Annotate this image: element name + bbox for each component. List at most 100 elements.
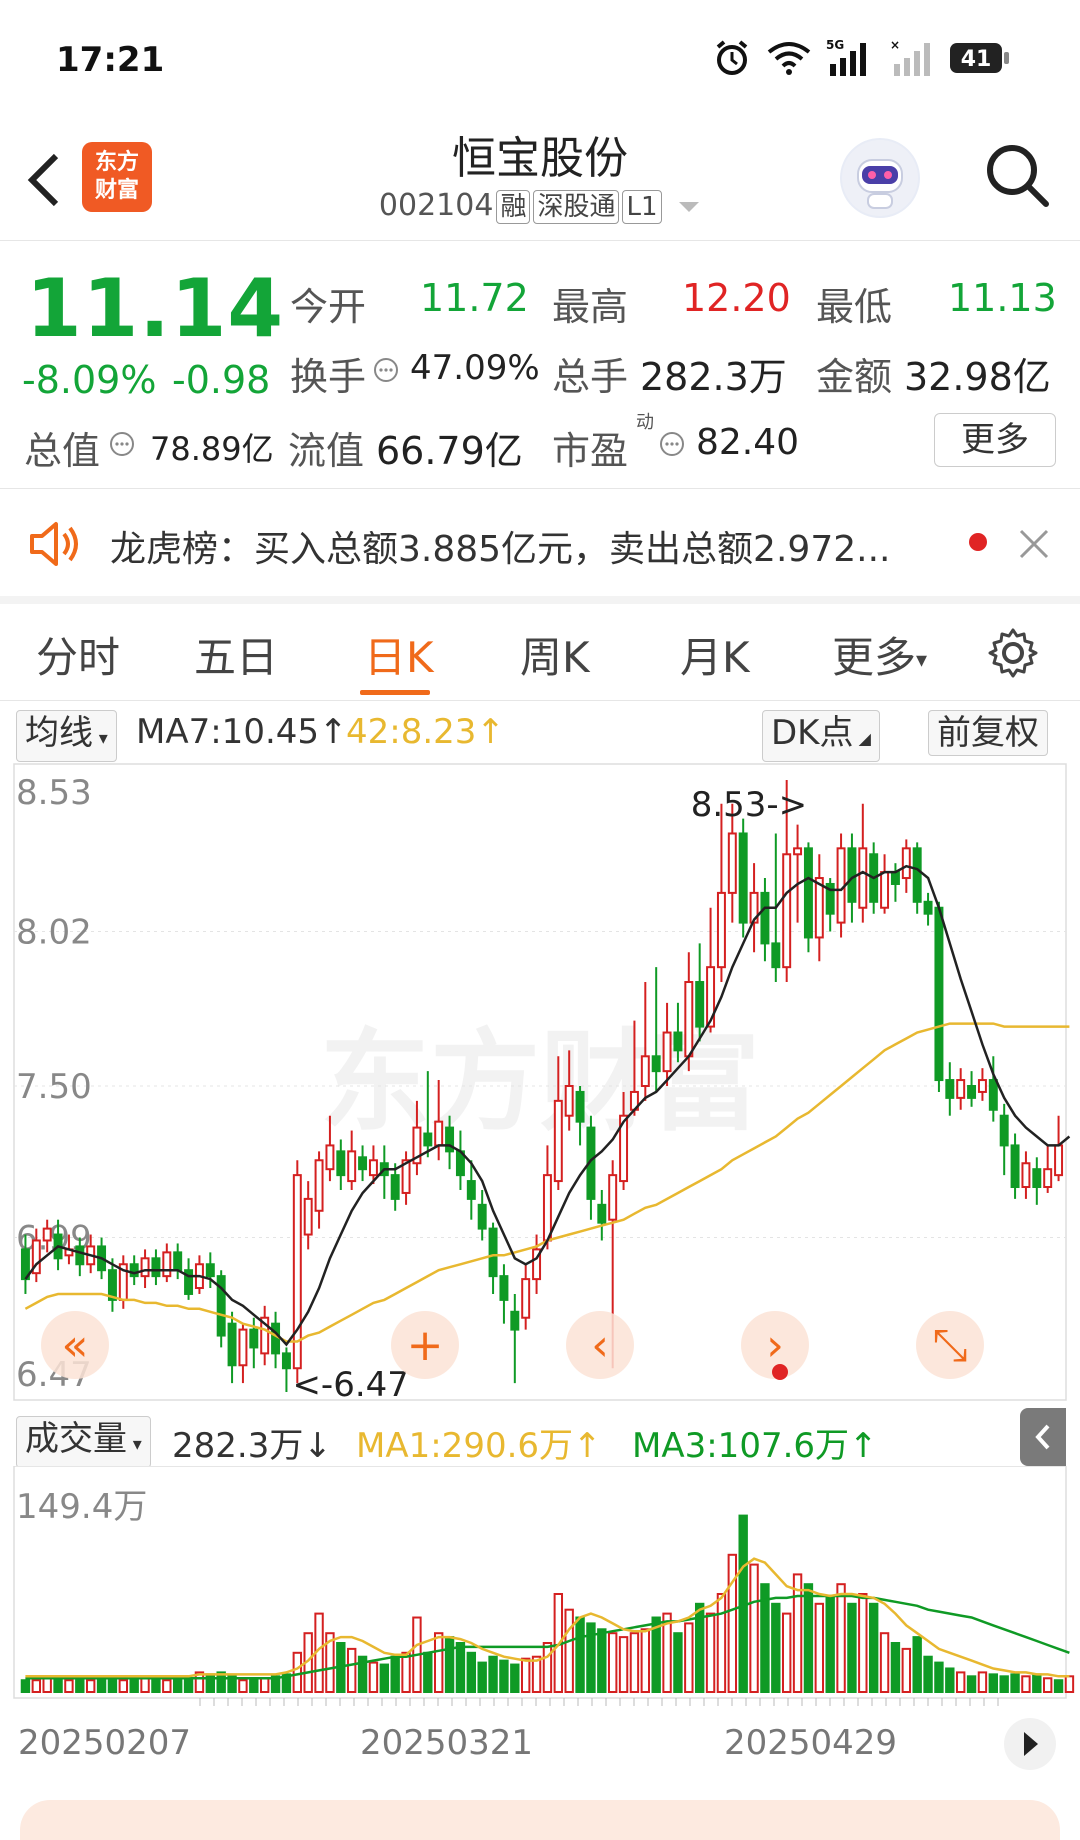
- candle-body: [564, 1085, 574, 1117]
- volume-bar: [607, 1632, 618, 1693]
- close-icon[interactable]: [1016, 526, 1052, 562]
- indicator-select[interactable]: 均线 ▾: [16, 710, 117, 762]
- notification-dot-icon: [772, 1364, 788, 1380]
- candle-body: [281, 1352, 291, 1370]
- candle-body: [249, 1328, 259, 1349]
- candle-body: [727, 832, 737, 894]
- dropdown-icon[interactable]: [677, 198, 701, 216]
- tab-weekly-k[interactable]: 周K: [520, 624, 590, 685]
- bottom-panel-edge: [20, 1800, 1060, 1840]
- volume-bar: [499, 1659, 509, 1693]
- low-label: 最低: [816, 285, 893, 329]
- volume-bar: [107, 1679, 118, 1694]
- candle: [934, 901, 944, 1092]
- volume-indicator-select[interactable]: 成交量 ▾: [16, 1416, 151, 1468]
- collapse-panel-button[interactable]: [1020, 1408, 1066, 1466]
- volume-bar: [20, 1679, 31, 1694]
- candle-body: [738, 832, 748, 924]
- candle-body: [945, 1079, 955, 1099]
- assistant-robot-icon[interactable]: [840, 138, 920, 218]
- volume-bar: [673, 1632, 683, 1693]
- tab-intraday[interactable]: 分时: [36, 624, 120, 685]
- candle-body: [1021, 1162, 1031, 1189]
- candle-body: [771, 942, 781, 969]
- settings-gear-icon[interactable]: [986, 626, 1040, 680]
- caret-down-icon: ▾: [916, 648, 928, 673]
- status-icons: 5G × 41: [712, 38, 1010, 78]
- info-icon[interactable]: [658, 430, 686, 458]
- stock-code-row[interactable]: 002104 融深股通 L1: [0, 188, 1080, 224]
- candle-body: [325, 1144, 335, 1171]
- volume-bar: [999, 1675, 1009, 1694]
- candle-body: [597, 1203, 607, 1224]
- candle-body: [521, 1278, 531, 1319]
- volume-bar: [890, 1642, 901, 1693]
- volume-bar: [564, 1608, 574, 1693]
- ma42-readout: 42:8.23↑: [346, 712, 505, 752]
- svg-text:5G: 5G: [826, 38, 844, 52]
- volume-bar: [249, 1677, 259, 1693]
- period-tabs: 分时 五日 日K 周K 月K 更多▾: [0, 604, 1080, 701]
- volume-bar: [183, 1677, 194, 1693]
- candle-body: [423, 1132, 433, 1147]
- tab-daily-k[interactable]: 日K: [364, 624, 434, 685]
- tab-monthly-k[interactable]: 月K: [680, 624, 750, 685]
- total-cap-value: 78.89亿: [150, 430, 274, 468]
- volume-bar: [868, 1602, 879, 1693]
- search-icon[interactable]: [982, 140, 1052, 210]
- scroll-left-fast-icon[interactable]: «: [41, 1311, 109, 1379]
- tab-more[interactable]: 更多▾: [832, 624, 927, 685]
- more-quote-button[interactable]: 更多: [934, 413, 1056, 467]
- volume-bar: [423, 1651, 433, 1694]
- x-tick-label: 20250429: [724, 1723, 897, 1763]
- volume-bar: [542, 1642, 553, 1693]
- candle-body: [695, 981, 705, 1028]
- candle-body: [205, 1263, 215, 1278]
- wifi-icon: [767, 42, 811, 75]
- status-bar: 17:21 5G × 41: [0, 0, 1080, 110]
- button-glyph: ⤡: [932, 1320, 967, 1371]
- candle-body: [782, 853, 792, 969]
- candle-body: [684, 981, 694, 1058]
- volume-chart[interactable]: 149.4万 20250207 20250321 20250429: [0, 1466, 1080, 1800]
- amount-value: 32.98亿: [904, 355, 1051, 399]
- candle-body: [42, 1227, 52, 1242]
- total-cap-label: 总值: [24, 429, 101, 473]
- zoom-in-icon[interactable]: +: [391, 1311, 459, 1379]
- notice-text: 龙虎榜：买入总额3.885亿元，卖出总额2.972...: [110, 529, 891, 570]
- candle-body: [553, 1099, 563, 1183]
- low-value: 11.13: [948, 276, 1057, 320]
- caret-down-icon: ▾: [93, 728, 108, 749]
- volume-bar: [934, 1661, 944, 1694]
- volume-bar: [825, 1596, 835, 1693]
- candle-body: [75, 1245, 85, 1266]
- candle-body: [956, 1079, 966, 1099]
- volume-bar: [205, 1673, 216, 1693]
- info-icon[interactable]: [108, 430, 136, 458]
- volume-bar: [988, 1673, 999, 1693]
- fullscreen-icon[interactable]: ⤡: [916, 1311, 984, 1379]
- volume-bar: [749, 1563, 759, 1693]
- info-icon[interactable]: [372, 356, 400, 384]
- candlestick-chart[interactable]: 东方财富8.538.027.506.996.478.53-><-6.47«+‹›…: [0, 760, 1080, 1410]
- notice-bar[interactable]: 龙虎榜：买入总额3.885亿元，卖出总额2.972...: [0, 490, 1080, 604]
- dk-point-button[interactable]: DK点 ◢: [762, 710, 880, 762]
- candle-body: [151, 1257, 161, 1278]
- volume-bar: [401, 1651, 411, 1694]
- volume-bar: [858, 1593, 868, 1693]
- tab-five-day[interactable]: 五日: [194, 624, 278, 685]
- volume-readout: 282.3万↓: [172, 1426, 332, 1466]
- volume-bar: [510, 1663, 520, 1693]
- candle-body: [575, 1090, 585, 1123]
- adjust-button[interactable]: 前复权: [928, 710, 1048, 756]
- next-page-button[interactable]: [1004, 1718, 1056, 1770]
- volume-bar: [771, 1602, 781, 1693]
- candle-body: [912, 847, 922, 903]
- volume-bar: [466, 1651, 477, 1694]
- candle-body: [542, 1174, 552, 1242]
- scroll-left-icon[interactable]: ‹: [566, 1311, 634, 1379]
- volume-bar: [1053, 1679, 1064, 1694]
- candle-body: [923, 900, 933, 915]
- candle-body: [499, 1275, 509, 1301]
- candle-body: [466, 1180, 476, 1200]
